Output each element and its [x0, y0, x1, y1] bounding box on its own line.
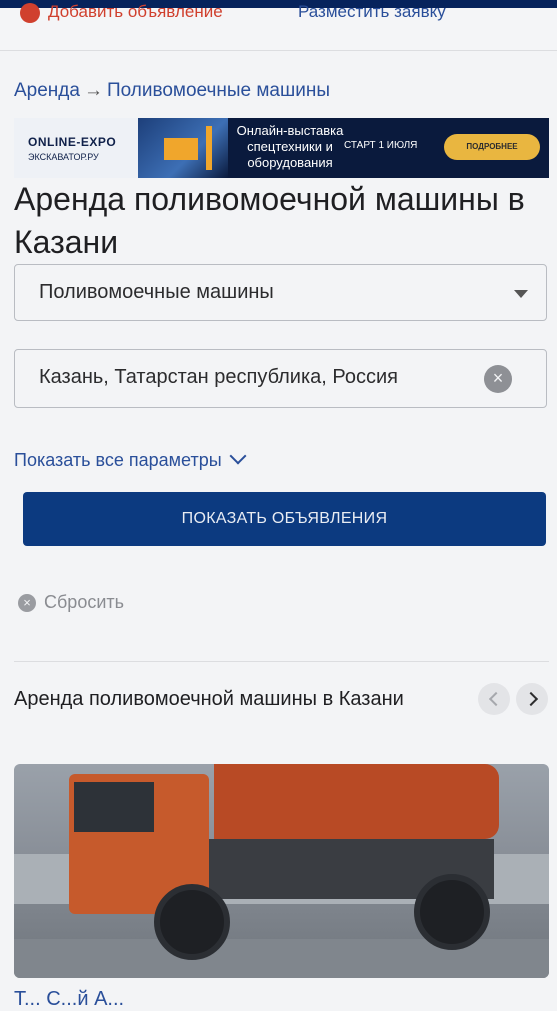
place-request-link[interactable]: Разместить заявку	[298, 2, 446, 22]
add-ad-label: Добавить объявление	[48, 2, 223, 21]
truck-wheel	[154, 884, 230, 960]
truck-tank	[214, 764, 499, 839]
breadcrumb-current[interactable]: Поливомоечные машины	[107, 80, 330, 101]
promo-banner[interactable]: ONLINE-EXPO ЭКСКАВАТОР.РУ Онлайн-выставк…	[14, 118, 549, 178]
section-title: Аренда поливомоечной машины в Казани	[14, 688, 404, 710]
add-ad-link[interactable]: Добавить объявление	[20, 2, 223, 23]
show-listings-button[interactable]: ПОКАЗАТЬ ОБЪЯВЛЕНИЯ	[23, 492, 546, 546]
location-input[interactable]: Казань, Татарстан республика, Россия ×	[14, 349, 547, 408]
chevron-left-icon	[488, 691, 504, 707]
banner-date: СТАРТ 1 ИЮЛЯ	[344, 140, 418, 151]
chevron-down-icon	[514, 290, 528, 298]
breadcrumb-root[interactable]: Аренда	[14, 80, 80, 101]
breadcrumb: Аренда → Поливомоечные машины	[14, 80, 330, 102]
listing-photo[interactable]	[14, 764, 549, 978]
add-icon	[20, 2, 40, 23]
top-action-bar: Добавить объявление Разместить заявку	[0, 0, 557, 51]
show-all-params-link[interactable]: Показать все параметры	[14, 447, 247, 471]
page-title: Аренда поливомоечной машины в Казани	[14, 181, 525, 260]
category-value: Поливомоечные машины	[39, 281, 274, 303]
banner-logo: ONLINE-EXPO ЭКСКАВАТОР.РУ	[14, 118, 138, 178]
crane-illustration	[164, 138, 198, 160]
truck-window	[74, 782, 154, 832]
breadcrumb-separator: →	[83, 80, 103, 101]
location-value: Казань, Татарстан республика, Россия	[39, 366, 398, 388]
show-params-label: Показать все параметры	[14, 450, 222, 470]
reset-label: Сбросить	[44, 592, 125, 612]
banner-logo-line1: ONLINE-EXPO	[28, 135, 117, 149]
reset-icon: ×	[18, 594, 36, 612]
chevron-down-icon	[229, 447, 247, 465]
banner-more-button[interactable]: ПОДРОБНЕЕ	[444, 134, 540, 160]
crane-mast-illustration	[206, 126, 212, 170]
chevron-right-icon	[523, 691, 539, 707]
divider	[14, 661, 549, 662]
banner-headline: Онлайн-выставка спецтехники и оборудован…	[236, 123, 344, 170]
clear-icon[interactable]: ×	[484, 365, 512, 393]
truck-wheel	[414, 874, 490, 950]
reset-button[interactable]: × Сбросить	[18, 592, 124, 613]
category-select[interactable]: Поливомоечные машины	[14, 264, 547, 321]
carousel-next-button[interactable]	[516, 683, 548, 715]
carousel-prev-button[interactable]	[478, 683, 510, 715]
banner-logo-line2: ЭКСКАВАТОР.РУ	[28, 152, 99, 162]
